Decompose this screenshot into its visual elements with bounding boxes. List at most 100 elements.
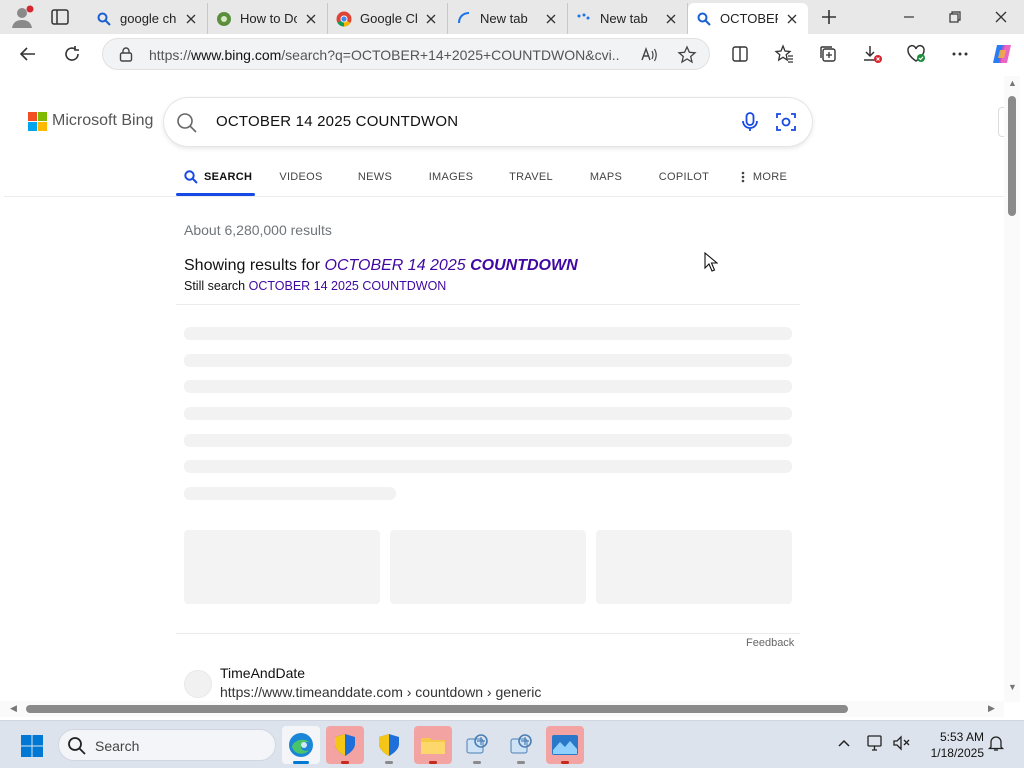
system-clock[interactable]: 5:53 AM 1/18/2025 [924,729,984,761]
close-window-icon[interactable] [990,6,1012,28]
downloads-icon[interactable] [860,42,884,66]
bing-search-icon [696,11,712,27]
loading-skeleton-line [184,460,792,473]
scroll-right-icon[interactable]: ▶ [988,703,995,714]
microsoft-logo-icon [28,112,47,131]
back-icon[interactable] [16,42,40,66]
loading-skeleton-line [184,327,792,340]
network-tool-icon[interactable] [458,726,496,764]
close-icon[interactable] [423,11,439,27]
tab-images[interactable]: IMAGES [403,166,499,188]
tab-october[interactable]: OCTOBER [688,3,808,34]
bing-logo[interactable]: Microsoft Bing [28,112,154,131]
scroll-left-icon[interactable]: ◀ [10,703,17,714]
close-icon[interactable] [663,11,679,27]
search-icon[interactable] [176,112,198,139]
security-shield-app-icon[interactable] [326,726,364,764]
tab-search[interactable]: SEARCH [176,166,255,188]
still-search: Still search OCTOBER 14 2025 COUNTDWON [184,279,447,293]
loading-skeleton-card [596,530,792,604]
close-icon[interactable] [183,11,199,27]
tab-copilot[interactable]: COPILOT [649,166,719,188]
scroll-thumb[interactable] [1008,96,1016,216]
kebab-icon [741,171,745,183]
search-box[interactable]: OCTOBER 14 2025 COUNTDWON [164,98,812,146]
url-text[interactable]: https://www.bing.com/search?q=OCTOBER+14… [149,47,619,63]
result-count: About 6,280,000 results [184,222,332,238]
horizontal-scrollbar[interactable]: ◀ ▶ [0,701,1004,717]
result-url[interactable]: https://www.timeanddate.com › countdown … [220,684,541,700]
tab-google-ch[interactable]: Google Ch [328,3,448,34]
vertical-scrollbar[interactable]: ▲ ▼ [1004,76,1020,702]
result-site-name[interactable]: TimeAndDate [220,665,305,681]
new-tab-button[interactable] [818,6,840,28]
windows-security-icon[interactable] [370,726,408,764]
tab-videos[interactable]: VIDEOS [255,166,347,188]
scroll-up-icon[interactable]: ▲ [1008,78,1017,88]
tab-strip: google chr How to Do Google Ch New tab N… [0,0,1024,34]
close-icon[interactable] [784,11,800,27]
scope-nav: SEARCH VIDEOS NEWS IMAGES TRAVEL MAPS CO… [176,166,809,196]
tab-how-to-do[interactable]: How to Do [208,3,328,34]
tab-new-tab-2[interactable]: New tab [568,3,688,34]
copilot-icon[interactable] [990,42,1014,66]
read-aloud-icon[interactable] [639,45,659,70]
tab-maps[interactable]: MAPS [563,166,649,188]
lock-icon[interactable] [119,46,133,67]
tab-label: Google Ch [360,11,417,26]
notifications-bell-icon[interactable] [986,733,1006,753]
scroll-down-icon[interactable]: ▼ [1008,682,1017,692]
search-input[interactable]: OCTOBER 14 2025 COUNTDWON [216,113,458,130]
file-explorer-icon[interactable] [414,726,452,764]
tab-news[interactable]: NEWS [347,166,403,188]
volume-muted-icon[interactable] [892,733,912,753]
collections-icon[interactable] [816,42,840,66]
restore-icon[interactable] [944,6,966,28]
loading-skeleton-line [184,407,792,420]
tab-new-tab-1[interactable]: New tab [448,3,568,34]
taskbar-search-label: Search [95,738,140,754]
browser-essentials-icon[interactable] [904,42,928,66]
corrected-query-link[interactable]: OCTOBER 14 2025 COUNTDOWN [325,257,578,274]
logo-text: Microsoft Bing [52,112,154,129]
feedback-link[interactable]: Feedback [746,637,794,649]
tab-google-chr[interactable]: google chr [88,3,208,34]
loading-skeleton-line [184,354,792,367]
chrome-icon [336,11,352,27]
favorite-star-icon[interactable] [677,45,697,70]
close-icon[interactable] [303,11,319,27]
bing-results-page: Microsoft Bing OCTOBER 14 2025 COUNTDWON… [4,74,1004,702]
more-options-icon[interactable] [948,42,972,66]
tab-more[interactable]: MORE [719,166,809,188]
minimize-icon[interactable] [898,6,920,28]
taskbar-search[interactable]: Search [58,729,276,761]
taskbar: Search 5:53 AM 1/18/2025 [0,720,1024,768]
profile-avatar-icon[interactable] [10,5,34,29]
close-icon[interactable] [543,11,559,27]
loading-skeleton-card [390,530,586,604]
microphone-icon[interactable] [738,110,762,139]
show-hidden-icons-icon[interactable] [834,733,854,753]
photos-app-icon[interactable] [546,726,584,764]
newtab-icon [576,11,592,27]
search-icon [67,736,87,761]
windows-start-icon[interactable] [20,734,44,763]
bing-search-icon [96,11,112,27]
loading-skeleton-line [184,487,396,500]
edge-icon[interactable] [282,726,320,764]
divider [176,304,800,305]
original-query-link[interactable]: OCTOBER 14 2025 COUNTDWON [249,279,447,293]
search-icon [184,170,198,184]
tab-travel[interactable]: TRAVEL [499,166,563,188]
favorites-icon[interactable] [772,42,796,66]
clock-time: 5:53 AM [939,730,984,744]
tab-actions-icon[interactable] [50,7,70,27]
network-status-icon[interactable] [866,733,886,753]
split-screen-icon[interactable] [728,42,752,66]
scroll-thumb[interactable] [26,705,848,713]
browser-toolbar: https://www.bing.com/search?q=OCTOBER+14… [0,34,1024,74]
visual-search-icon[interactable] [774,110,798,139]
address-bar[interactable]: https://www.bing.com/search?q=OCTOBER+14… [102,38,710,70]
refresh-icon[interactable] [60,42,84,66]
network-tool-icon-2[interactable] [502,726,540,764]
